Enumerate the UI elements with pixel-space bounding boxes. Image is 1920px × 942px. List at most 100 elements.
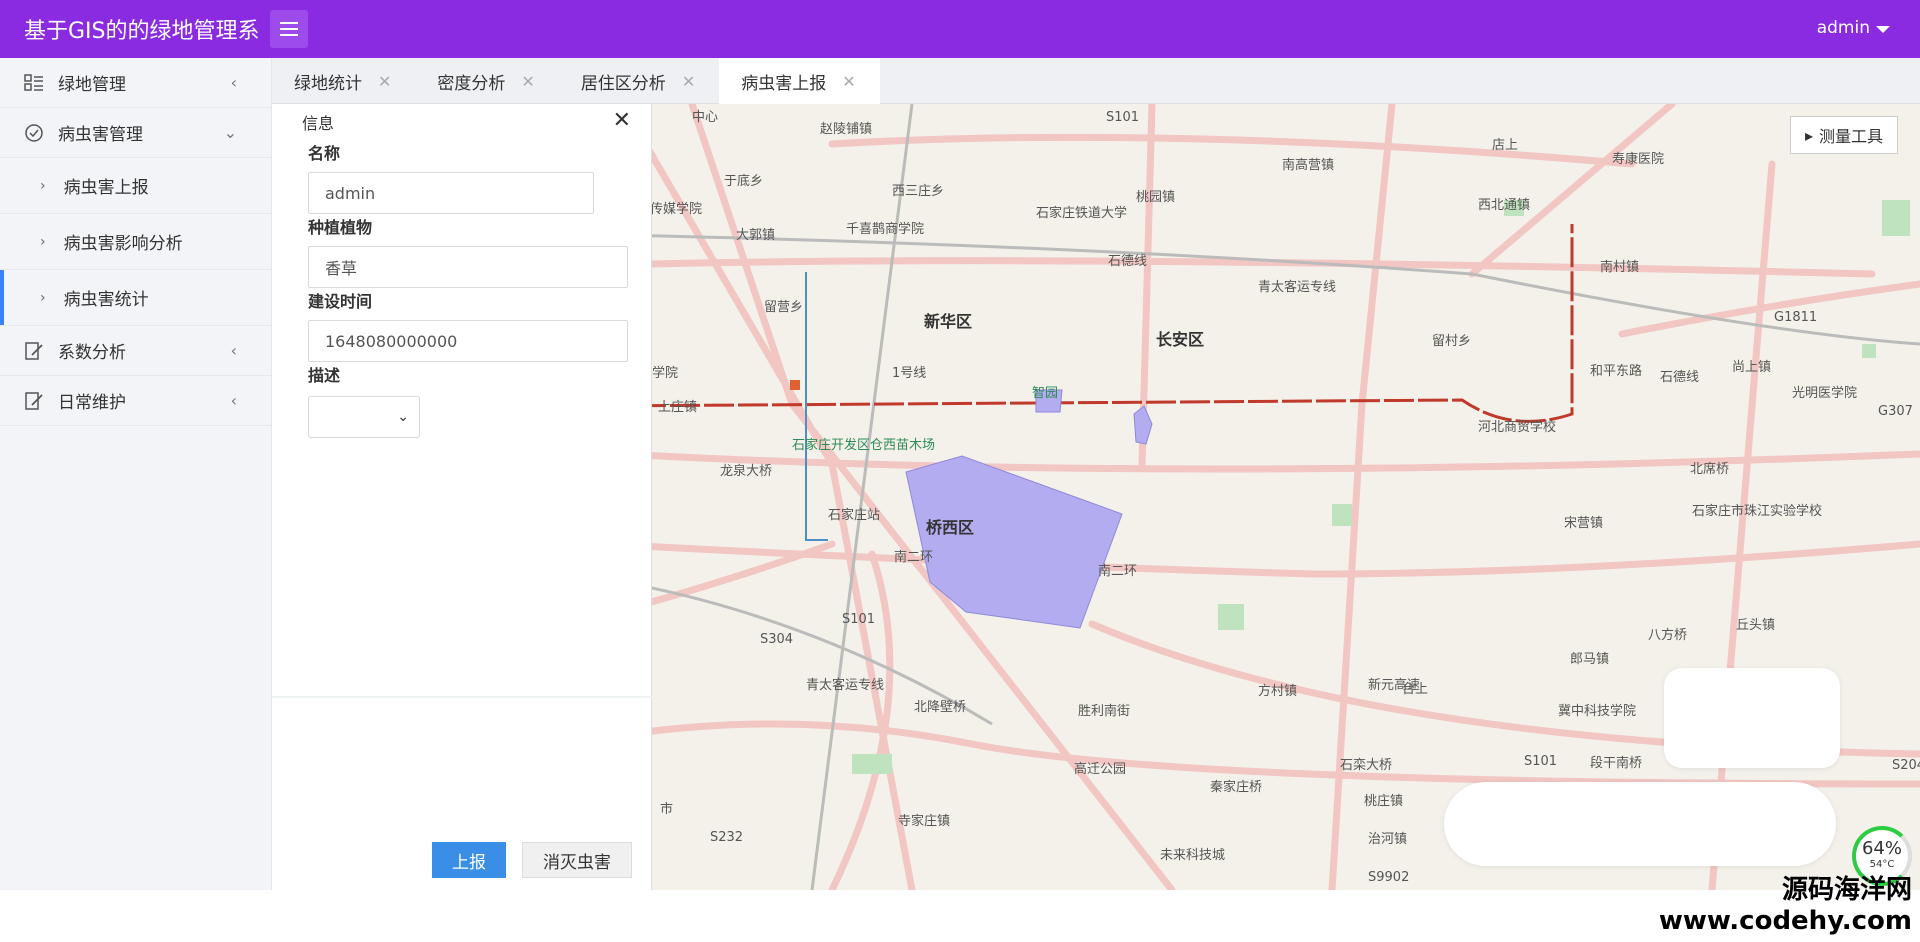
tab-bar: 绿地统计 ✕ 密度分析 ✕ 居住区分析 ✕ 病虫害上报 ✕	[272, 58, 1920, 104]
map-label: 学院	[652, 366, 679, 381]
description-select[interactable]: ⌄	[308, 396, 420, 438]
map-label: 传媒学院	[650, 202, 703, 217]
map-label: 市	[660, 802, 674, 817]
close-icon[interactable]: ✕	[521, 72, 534, 91]
measure-tool-button[interactable]: ▸ 测量工具	[1789, 116, 1898, 154]
top-bar: 基于GIS的的绿地管理系 admin	[0, 0, 1920, 58]
caret-down-icon[interactable]	[1876, 25, 1890, 33]
gauge-value: 64%	[1861, 838, 1902, 859]
chevron-right-icon: ›	[40, 233, 46, 250]
watermark-line1: 源码海洋网	[1781, 875, 1912, 905]
tab-label: 居住区分析	[580, 73, 666, 94]
app-title: 基于GIS的的绿地管理系	[24, 19, 260, 44]
sidebar-subitem-pest-report[interactable]: › 病虫害上报	[0, 158, 271, 214]
sidebar-item-label: 日常维护	[58, 393, 126, 413]
user-menu[interactable]: admin	[1817, 18, 1890, 38]
map-label: S232	[710, 830, 744, 845]
map-label: 桃园镇	[1136, 190, 1176, 205]
close-icon[interactable]: ✕	[613, 108, 631, 133]
map-label: 寺家庄镇	[898, 814, 951, 829]
map-label: 南二环	[894, 550, 934, 565]
sidebar-item-label: 病虫害管理	[58, 125, 143, 145]
floating-card	[1664, 668, 1840, 768]
hamburger-icon[interactable]	[269, 10, 308, 48]
description-label: 描述	[308, 366, 341, 385]
map-label: 西北通镇	[1478, 198, 1531, 213]
chevron-right-icon: ›	[40, 177, 46, 194]
map-label: 留村乡	[1432, 334, 1472, 349]
map-label: S204	[1892, 758, 1920, 773]
map-label: 八方桥	[1648, 628, 1688, 643]
close-icon[interactable]: ✕	[682, 72, 695, 91]
sidebar-item-pest-management[interactable]: 病虫害管理 ⌄	[0, 108, 271, 158]
plant-label: 种植植物	[308, 218, 373, 237]
plant-field[interactable]: 香草	[308, 246, 628, 288]
sidebar: 绿地管理 ‹ 病虫害管理 ⌄ › 病虫害上报 › 病虫害影响分析 › 病虫害统计…	[0, 58, 272, 890]
measure-tool-label: 测量工具	[1818, 127, 1883, 146]
map-label: 未来科技城	[1160, 848, 1226, 863]
map-label: 石栾大桥	[1340, 758, 1393, 773]
build-time-field[interactable]: 1648080000000	[308, 320, 628, 362]
map-label: 丘头镇	[1736, 618, 1776, 633]
sidebar-subitem-pest-impact[interactable]: › 病虫害影响分析	[0, 214, 271, 270]
chevron-down-icon: ⌄	[397, 409, 409, 425]
tab-greenland-stats[interactable]: 绿地统计 ✕	[272, 58, 415, 104]
map-label: 新华区	[924, 312, 973, 331]
tab-pest-report[interactable]: 病虫害上报 ✕	[719, 58, 880, 104]
watermark-line2: www.codehy.com	[1658, 906, 1912, 936]
tab-label: 绿地统计	[294, 73, 362, 94]
map-label: S101	[842, 612, 876, 627]
map-label: S101	[1106, 110, 1140, 125]
chevron-down-icon: ⌄	[223, 123, 237, 142]
map-label: 留营乡	[764, 300, 804, 315]
tab-density[interactable]: 密度分析 ✕	[415, 58, 558, 104]
tab-residential[interactable]: 居住区分析 ✕	[559, 58, 719, 104]
user-name[interactable]: admin	[1817, 18, 1870, 38]
map-label: 石德线	[1660, 370, 1700, 385]
sidebar-subitem-pest-stats[interactable]: › 病虫害统计	[0, 270, 271, 326]
kill-pest-button[interactable]: 消灭虫害	[522, 842, 632, 878]
map-label: 新元高速	[1368, 678, 1421, 693]
sidebar-item-maintenance[interactable]: 日常维护 ‹	[0, 376, 271, 426]
sidebar-item-coefficient[interactable]: 系数分析 ‹	[0, 326, 271, 376]
map-label: S101	[1524, 754, 1558, 769]
watermark: 源码海洋网 www.codehy.com	[1659, 869, 1912, 936]
map-label: 北降壁桥	[914, 700, 967, 715]
close-icon[interactable]: ✕	[842, 72, 855, 91]
map-label: S304	[760, 632, 794, 647]
map-label: 光明医学院	[1792, 386, 1858, 401]
map-label: G307	[1878, 404, 1913, 419]
map-label: 河北商贸学校	[1478, 420, 1557, 435]
map-label: 治河镇	[1368, 832, 1408, 847]
map-label: 宋营镇	[1564, 516, 1604, 531]
map-label: 寿康医院	[1612, 152, 1665, 167]
build-time-label: 建设时间	[308, 292, 373, 311]
panel-header: 信息 ✕	[272, 104, 651, 140]
map-label: 于底乡	[724, 174, 764, 189]
map-label: 大郭镇	[736, 228, 776, 243]
sidebar-item-greenland[interactable]: 绿地管理 ‹	[0, 58, 271, 108]
chevron-left-icon: ‹	[230, 341, 237, 360]
map-label: 南村镇	[1600, 260, 1640, 275]
check-circle-icon	[24, 123, 44, 143]
sidebar-item-label: 病虫害影响分析	[63, 234, 183, 254]
map-label: 青太客运专线	[1258, 280, 1337, 295]
name-field[interactable]: admin	[308, 172, 594, 214]
chevron-left-icon: ‹	[230, 391, 237, 410]
map-label: 北席桥	[1690, 462, 1730, 477]
map-label: 1号线	[892, 366, 927, 381]
map-label: 方村镇	[1258, 684, 1298, 699]
map-label: 胜利南街	[1078, 704, 1131, 719]
map-label: 青太客运专线	[806, 678, 885, 693]
map-label: 石家庄开发区仓西苗木场	[792, 438, 936, 453]
map-label: 长安区	[1156, 330, 1205, 349]
tab-label: 密度分析	[437, 73, 506, 94]
map-label: G1811	[1774, 310, 1818, 325]
report-button[interactable]: 上报	[432, 842, 506, 878]
map-label: 冀中科技学院	[1558, 704, 1637, 719]
chevron-left-icon: ‹	[230, 73, 237, 92]
close-icon[interactable]: ✕	[378, 72, 391, 91]
map-label: 南高营镇	[1282, 158, 1335, 173]
map-label: 桃庄镇	[1364, 794, 1404, 809]
floating-bar	[1444, 782, 1836, 866]
